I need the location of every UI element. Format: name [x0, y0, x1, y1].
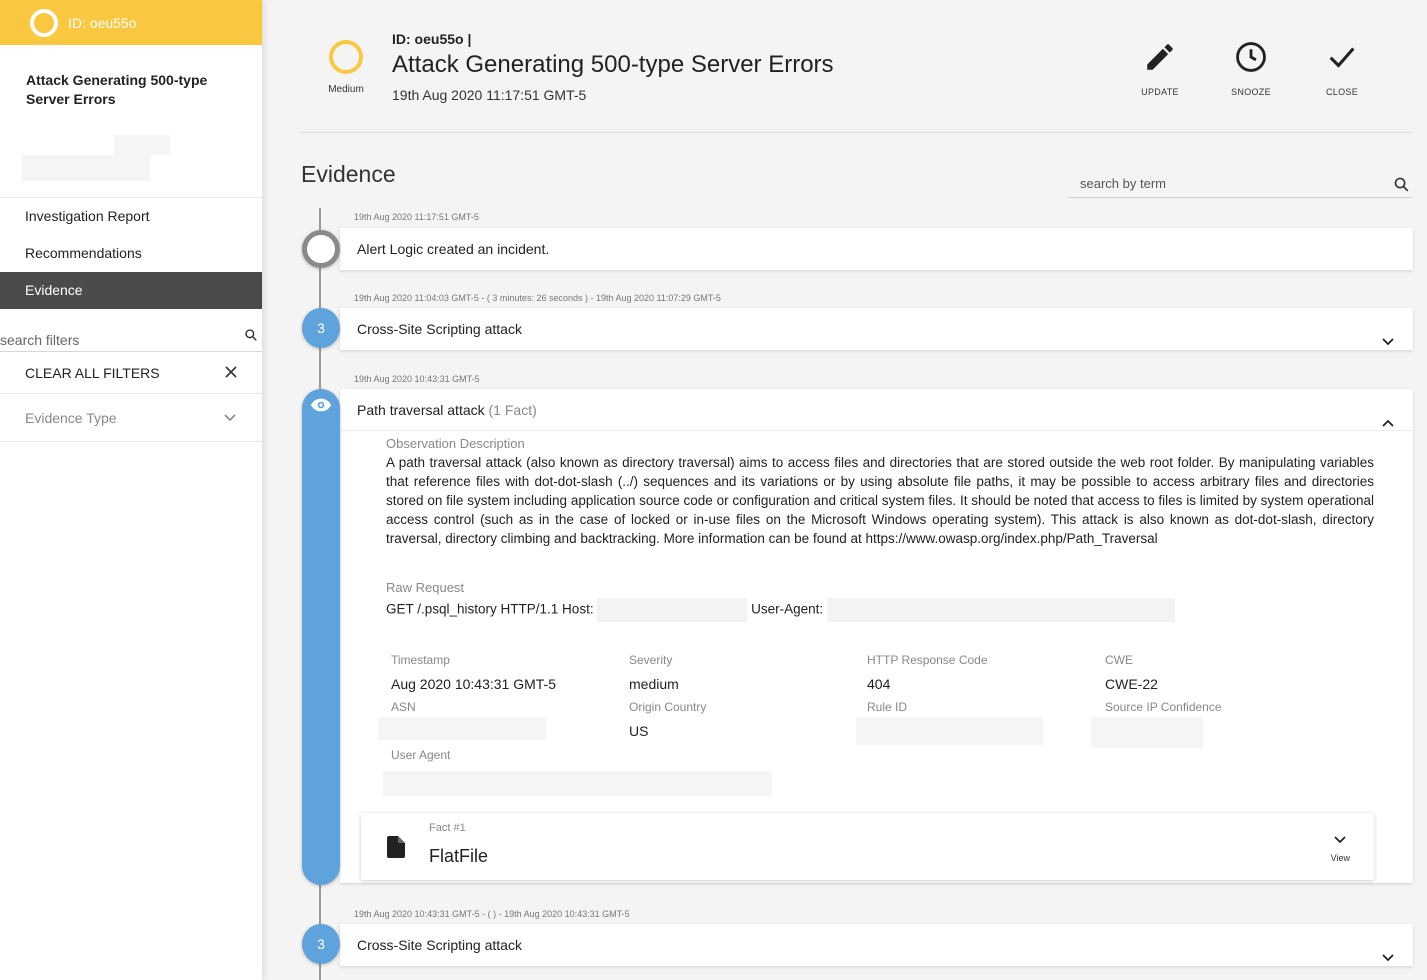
file-icon: [387, 836, 405, 863]
timeline-card[interactable]: Cross-Site Scripting attack: [340, 308, 1413, 350]
timeline-timestamp: 19th Aug 2020 11:17:51 GMT-5: [354, 212, 479, 222]
timeline-card-header[interactable]: Cross-Site Scripting attack: [340, 924, 1413, 966]
raw-request: GET /.psql_history HTTP/1.1 Host: User-A…: [386, 598, 1175, 622]
close-button[interactable]: CLOSE: [1312, 40, 1372, 97]
chevron-down-icon[interactable]: [1381, 937, 1395, 979]
observation-description-label: Observation Description: [386, 436, 525, 451]
origin-country-value: US: [629, 723, 649, 739]
fact-count: (1 Fact): [488, 402, 537, 418]
cwe-label: CWE: [1105, 653, 1133, 667]
clock-icon: [1234, 42, 1268, 78]
origin-country-label: Origin Country: [629, 700, 707, 714]
eye-icon: [310, 397, 332, 418]
clear-filters-label: CLEAR ALL FILTERS: [25, 364, 160, 381]
severity-value: medium: [629, 676, 679, 692]
sidebar-header: ID: oeu55o: [0, 0, 262, 45]
timeline-card[interactable]: Cross-Site Scripting attack: [340, 924, 1413, 966]
severity-indicator: Medium: [326, 40, 366, 95]
http-response-label: HTTP Response Code: [867, 653, 988, 667]
source-ip-confidence-label: Source IP Confidence: [1105, 700, 1222, 714]
update-label: UPDATE: [1141, 87, 1179, 97]
event-count-badge: 3: [302, 308, 340, 348]
snooze-button[interactable]: SNOOZE: [1221, 40, 1281, 97]
incident-date: 19th Aug 2020 11:17:51 GMT-5: [392, 87, 587, 103]
redacted-block: [597, 598, 748, 622]
status-ring-icon: [30, 8, 58, 37]
incident-header: Medium ID: oeu55o | Attack Generating 50…: [300, 0, 1412, 133]
user-agent-label: User Agent: [391, 748, 451, 762]
fact-name: FlatFile: [429, 846, 489, 866]
severity-field-label: Severity: [629, 653, 673, 667]
timeline-card-title: Cross-Site Scripting attack: [357, 321, 522, 337]
update-button[interactable]: UPDATE: [1130, 40, 1190, 97]
timeline-card-title: Path traversal attack: [357, 402, 485, 418]
evidence-search-input[interactable]: [1068, 170, 1368, 196]
redacted-block: [856, 717, 1043, 745]
nav-evidence[interactable]: Evidence: [0, 272, 262, 309]
timeline-timestamp: 19th Aug 2020 10:43:31 GMT-5 - ( ) - 19t…: [354, 909, 630, 919]
timestamp-label: Timestamp: [391, 653, 450, 667]
close-icon[interactable]: [225, 365, 237, 381]
close-label: CLOSE: [1325, 87, 1358, 97]
filter-evidence-type[interactable]: Evidence Type: [0, 394, 262, 442]
sidebar: ID: oeu55o Attack Generating 500-type Se…: [0, 0, 262, 980]
timeline-card-header[interactable]: Path traversal attack (1 Fact): [340, 389, 1413, 431]
filter-search-input[interactable]: [0, 326, 230, 350]
checkmark-icon: [1325, 47, 1359, 78]
redacted-block: [826, 598, 1175, 622]
chevron-up-icon[interactable]: [1381, 402, 1395, 444]
timeline-card-title: Cross-Site Scripting attack: [357, 937, 522, 953]
timestamp-value: Aug 2020 10:43:31 GMT-5: [391, 676, 556, 692]
snooze-label: SNOOZE: [1231, 87, 1271, 97]
evidence-heading: Evidence: [301, 161, 396, 187]
raw-request-user-agent-label: User-Agent:: [751, 601, 824, 617]
evidence-search: [1068, 170, 1412, 198]
sidebar-nav: Investigation Report Recommendations Evi…: [0, 198, 262, 309]
search-icon[interactable]: [244, 328, 258, 347]
nav-recommendations[interactable]: Recommendations: [0, 235, 262, 272]
pencil-icon: [1143, 44, 1177, 78]
fact-label: Fact #1: [429, 822, 466, 834]
cwe-value: CWE-22: [1105, 676, 1158, 692]
incident-created-node-icon: [302, 230, 340, 268]
timeline-timestamp: 19th Aug 2020 10:43:31 GMT-5: [354, 374, 480, 384]
chevron-down-icon[interactable]: [223, 410, 237, 426]
header-incident-id: ID: oeu55o |: [392, 31, 472, 47]
fact-view-label: View: [1330, 853, 1350, 863]
severity-label: Medium: [328, 84, 364, 95]
expanded-timeline-marker: [302, 389, 340, 885]
redacted-block: [378, 717, 546, 740]
redacted-block: [383, 771, 772, 796]
search-icon[interactable]: [1393, 176, 1410, 198]
fact-view-button[interactable]: View: [1331, 835, 1350, 863]
raw-request-label: Raw Request: [386, 580, 465, 595]
redacted-block: [22, 155, 150, 181]
chevron-down-icon: [1333, 836, 1347, 847]
event-count-badge: 3: [302, 924, 340, 964]
rule-id-label: Rule ID: [867, 700, 908, 714]
redacted-block: [114, 135, 170, 155]
severity-ring-icon: [329, 40, 363, 74]
filter-evidence-type-label: Evidence Type: [25, 409, 117, 426]
chevron-down-icon[interactable]: [1381, 321, 1395, 363]
timeline-card-title: Alert Logic created an incident.: [357, 241, 550, 257]
raw-request-line: GET /.psql_history HTTP/1.1 Host:: [386, 601, 594, 617]
timeline-timestamp: 19th Aug 2020 11:04:03 GMT-5 - ( 3 minut…: [354, 293, 721, 303]
observation-description: A path traversal attack (also known as d…: [386, 455, 1374, 546]
incident-title-panel: Attack Generating 500-type Server Errors: [0, 45, 262, 198]
nav-investigation-report[interactable]: Investigation Report: [0, 198, 262, 235]
page-title: Attack Generating 500-type Server Errors: [392, 51, 834, 78]
fact-card[interactable]: Fact #1 FlatFile View: [361, 813, 1374, 880]
clear-filters-button[interactable]: CLEAR ALL FILTERS: [0, 352, 262, 394]
redacted-block: [1091, 717, 1203, 748]
timeline-card-header[interactable]: Cross-Site Scripting attack: [340, 308, 1413, 350]
filter-search: [0, 326, 262, 352]
timeline-card: Alert Logic created an incident.: [340, 228, 1413, 270]
incident-id: ID: oeu55o: [68, 14, 137, 31]
http-response-value: 404: [867, 676, 891, 692]
incident-title: Attack Generating 500-type Server Errors: [26, 72, 208, 107]
asn-label: ASN: [391, 700, 416, 714]
